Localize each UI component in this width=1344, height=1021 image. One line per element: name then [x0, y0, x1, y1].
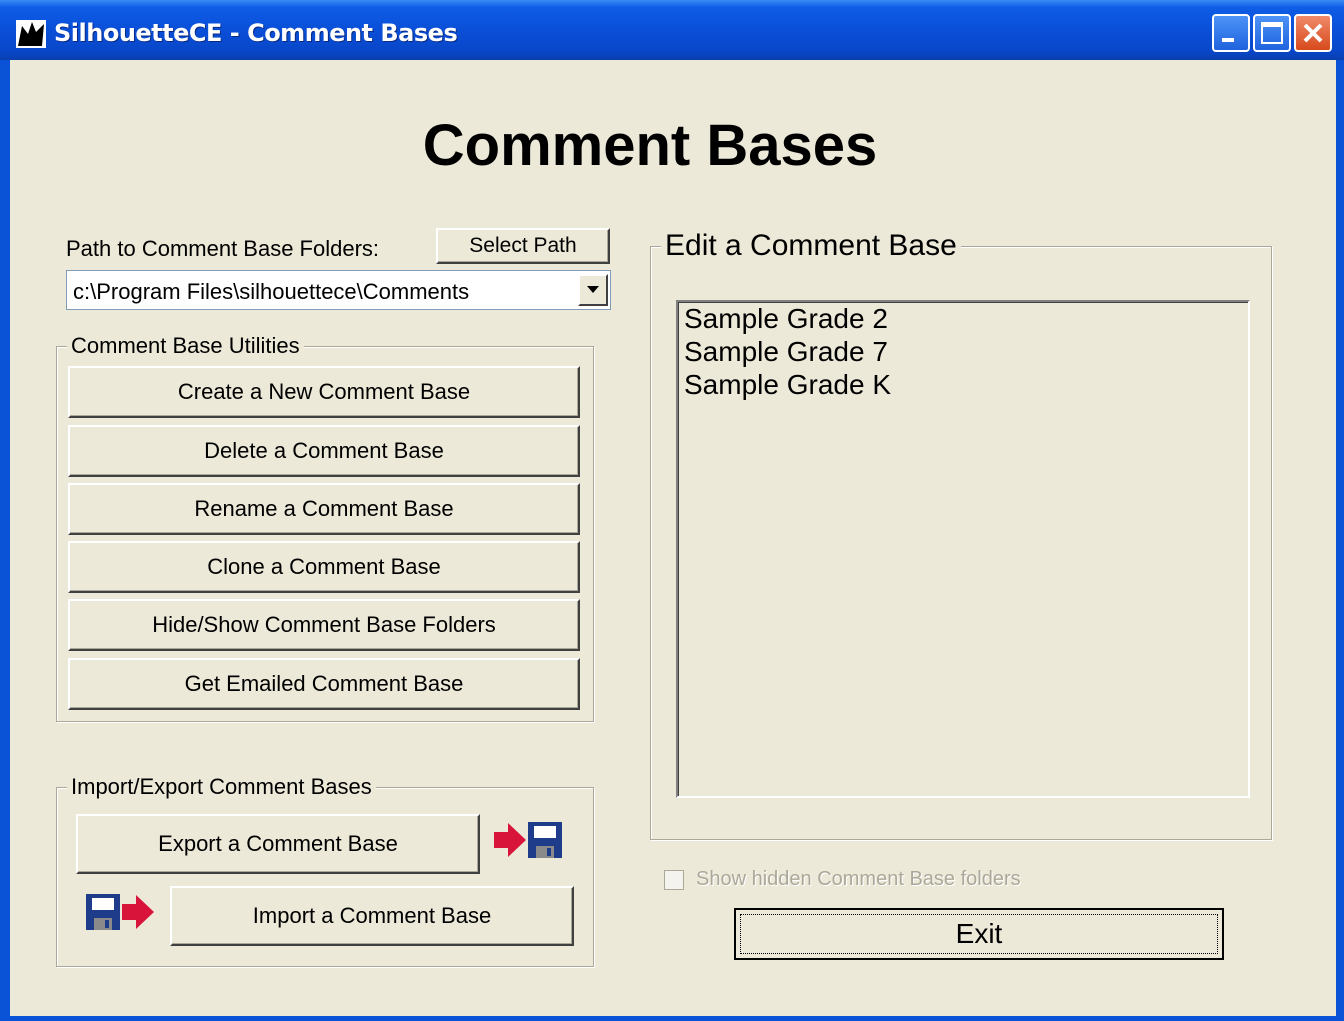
comment-base-list[interactable]: Sample Grade 2 Sample Grade 7 Sample Gra…	[676, 300, 1250, 798]
edit-legend: Edit a Comment Base	[661, 229, 961, 263]
path-value: c:\Program Files\silhouettece\Comments	[73, 279, 470, 304]
app-icon	[16, 20, 46, 48]
app-window: SilhouetteCE - Comment Bases Comment Bas…	[0, 0, 1344, 1021]
minimize-button[interactable]	[1212, 14, 1250, 52]
export-disk-icon	[494, 822, 562, 858]
import-export-legend: Import/Export Comment Bases	[67, 774, 376, 800]
clone-comment-base-button[interactable]: Clone a Comment Base	[68, 541, 580, 593]
rename-comment-base-button[interactable]: Rename a Comment Base	[68, 483, 580, 535]
list-item[interactable]: Sample Grade 7	[678, 335, 1248, 368]
delete-comment-base-button[interactable]: Delete a Comment Base	[68, 425, 580, 477]
chevron-down-icon	[587, 286, 599, 293]
close-button[interactable]	[1294, 14, 1332, 52]
title-bar[interactable]: SilhouetteCE - Comment Bases	[0, 0, 1344, 60]
client-area: Comment Bases Path to Comment Base Folde…	[10, 60, 1336, 1016]
import-disk-icon	[86, 894, 154, 930]
path-label: Path to Comment Base Folders:	[66, 236, 380, 261]
path-combobox[interactable]: c:\Program Files\silhouettece\Comments	[66, 270, 611, 310]
focus-rect	[740, 914, 1218, 954]
close-icon	[1303, 23, 1323, 43]
dropdown-button[interactable]	[578, 274, 608, 306]
list-item[interactable]: Sample Grade 2	[678, 302, 1248, 335]
exit-button[interactable]: Exit	[734, 908, 1224, 960]
create-comment-base-button[interactable]: Create a New Comment Base	[68, 366, 580, 418]
export-comment-base-button[interactable]: Export a Comment Base	[76, 814, 480, 874]
get-emailed-comment-base-button[interactable]: Get Emailed Comment Base	[68, 658, 580, 710]
page-title: Comment Bases	[422, 113, 878, 178]
hide-show-folders-button[interactable]: Hide/Show Comment Base Folders	[68, 599, 580, 651]
show-hidden-row: Show hidden Comment Base folders	[664, 868, 1021, 891]
select-path-button[interactable]: Select Path	[436, 228, 610, 264]
maximize-icon	[1261, 22, 1283, 44]
window-title: SilhouetteCE - Comment Bases	[54, 19, 458, 47]
show-hidden-label: Show hidden Comment Base folders	[696, 868, 1021, 890]
list-item[interactable]: Sample Grade K	[678, 368, 1248, 401]
import-comment-base-button[interactable]: Import a Comment Base	[170, 886, 574, 946]
maximize-button[interactable]	[1253, 14, 1291, 52]
utilities-legend: Comment Base Utilities	[67, 333, 304, 359]
minimize-icon	[1222, 38, 1234, 42]
show-hidden-checkbox[interactable]	[664, 869, 684, 890]
